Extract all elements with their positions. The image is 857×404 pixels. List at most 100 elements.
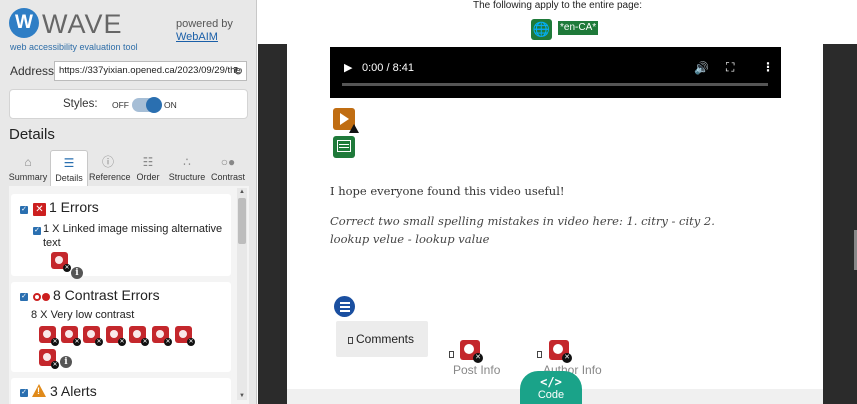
line-shape	[339, 147, 349, 148]
list-structure-icon[interactable]	[334, 296, 355, 317]
tab-details-label: Details	[55, 173, 83, 183]
tab-details[interactable]: ☰ Details	[50, 150, 88, 186]
tab-reference[interactable]: ⓘ Reference	[89, 150, 131, 186]
comment-icon	[348, 337, 353, 344]
scroll-down-arrow[interactable]: ▼	[237, 392, 247, 400]
scroll-up-arrow[interactable]: ▲	[237, 188, 247, 196]
alerts-card: ✓ ! 3 Alerts	[11, 378, 231, 404]
info-icon: ⓘ	[101, 155, 114, 169]
address-row: Address: https://337yixian.opened.ca/202…	[0, 60, 256, 82]
icon-dot	[553, 344, 563, 354]
media-alert-icon[interactable]	[333, 108, 359, 133]
post-info-image-error-icon[interactable]: ✕	[460, 340, 483, 363]
tab-structure-label: Structure	[168, 172, 206, 182]
styles-toggle-box: Styles: OFF ON	[9, 89, 248, 119]
tab-contrast[interactable]: ○● Contrast	[209, 150, 247, 186]
page-content: ▶ 0:00 / 8:41 🔊 ⛶ ⋮ I hope everyone foun…	[287, 44, 823, 389]
error-item-text: 1 X Linked image missing alternative tex…	[43, 223, 223, 249]
address-label: Address:	[10, 64, 58, 78]
webaim-link[interactable]: WebAIM	[176, 31, 233, 44]
details-heading: Details	[9, 126, 55, 143]
comments-button[interactable]: Comments	[336, 321, 428, 357]
line-shape	[339, 144, 349, 145]
contrast-error-icon[interactable]: ✕	[175, 326, 195, 346]
icon-badge: ✕	[95, 338, 103, 346]
tab-summary[interactable]: ⌂ Summary	[7, 150, 49, 186]
linked-image-error-icon[interactable]: ✕	[51, 252, 71, 272]
post-info-link[interactable]: Post Info	[453, 363, 500, 377]
alerts-checkbox[interactable]: ✓	[20, 389, 28, 397]
globe-icon[interactable]: 🌐	[531, 19, 552, 40]
styles-label: Styles:	[63, 98, 98, 110]
contrast-error-icon[interactable]: ✕	[129, 326, 149, 346]
error-item-checkbox[interactable]: ✓	[33, 227, 41, 235]
icon-dot	[43, 353, 51, 361]
info-icon[interactable]: i	[71, 267, 83, 279]
tab-summary-label: Summary	[8, 172, 48, 182]
contrast-error-icon[interactable]: ✕	[83, 326, 103, 346]
play-shape	[340, 113, 349, 125]
contrast-ring	[33, 293, 41, 301]
video-progress-bar[interactable]	[342, 83, 768, 86]
details-tabs: ⌂ Summary ☰ Details ⓘ Reference ☷ Order …	[7, 150, 249, 186]
errors-title: 1 Errors	[49, 199, 99, 215]
list-icon: ☰	[63, 156, 75, 170]
contrast-error-icon[interactable]: ✕	[39, 349, 59, 369]
contrast-error-icon[interactable]: ✕	[106, 326, 126, 346]
page-preview: The following apply to the entire page: …	[258, 0, 857, 404]
play-icon[interactable]: ▶	[344, 62, 352, 74]
wave-tagline: web accessibility evaluation tool	[10, 42, 138, 52]
author-info-image-error-icon[interactable]: ✕	[549, 340, 572, 363]
icon-badge: ✕	[141, 338, 149, 346]
warning-shape	[349, 124, 359, 133]
icon-badge: ✕	[187, 338, 195, 346]
code-label: Code	[537, 389, 565, 401]
errors-checkbox[interactable]: ✓	[20, 206, 28, 214]
icon-badge: ✕	[562, 353, 572, 363]
contrast-error-icon[interactable]: ✕	[152, 326, 172, 346]
address-input[interactable]: https://337yixian.opened.ca/2023/09/29/t…	[54, 61, 247, 81]
icon-dot	[43, 330, 51, 338]
contrast-title: 8 Contrast Errors	[53, 287, 160, 303]
volume-icon[interactable]: 🔊	[694, 61, 709, 75]
language-tag[interactable]: *en-CA*	[558, 21, 599, 35]
video-player[interactable]: ▶ 0:00 / 8:41 🔊 ⛶ ⋮	[330, 47, 781, 98]
structure-icon: ∴	[183, 155, 191, 169]
list-line	[340, 302, 350, 304]
icon-badge: ✕	[118, 338, 126, 346]
fullscreen-icon[interactable]: ⛶	[726, 60, 734, 74]
more-options-icon[interactable]: ⋮	[762, 60, 774, 74]
contrast-error-icon[interactable]: ✕	[61, 326, 81, 346]
icon-dot	[179, 330, 187, 338]
page-wide-banner: The following apply to the entire page: …	[258, 0, 857, 44]
alert-mark: !	[37, 386, 40, 396]
post-info-icon-box	[449, 351, 454, 358]
details-panel: ✓ ✕ 1 Errors ✓ 1 X Linked image missing …	[9, 186, 249, 404]
scroll-thumb[interactable]	[238, 198, 246, 244]
toggle-knob	[146, 97, 162, 113]
contrast-checkbox[interactable]: ✓	[20, 293, 28, 301]
styles-off-label: OFF	[112, 100, 129, 110]
contrast-dot	[42, 293, 50, 301]
icon-dot	[110, 330, 118, 338]
info-icon[interactable]: i	[60, 356, 72, 368]
refresh-icon[interactable]: ↻	[231, 64, 245, 78]
styles-toggle[interactable]	[132, 97, 162, 113]
list-line	[340, 310, 350, 312]
page-wide-text: The following apply to the entire page:	[473, 0, 642, 11]
paragraph-correction-line1: Correct two small spelling mistakes in v…	[330, 214, 715, 228]
tab-order[interactable]: ☷ Order	[131, 150, 165, 186]
icon-dot	[55, 256, 63, 264]
details-scrollbar[interactable]: ▲ ▼	[237, 188, 247, 400]
code-button[interactable]: </> Code	[520, 371, 582, 404]
author-info-icon-box	[537, 351, 542, 358]
error-x-icon: ✕	[33, 203, 46, 216]
icon-badge: ✕	[51, 338, 59, 346]
paragraph-video-useful: I hope everyone found this video useful!	[330, 184, 565, 198]
structure-element-icon[interactable]	[333, 136, 355, 158]
contrast-error-icon[interactable]: ✕	[39, 326, 59, 346]
tab-contrast-label: Contrast	[210, 172, 245, 182]
alerts-title: 3 Alerts	[50, 383, 97, 399]
tab-structure[interactable]: ∴ Structure	[168, 150, 206, 186]
wave-logo-text: WAVE	[42, 9, 123, 39]
